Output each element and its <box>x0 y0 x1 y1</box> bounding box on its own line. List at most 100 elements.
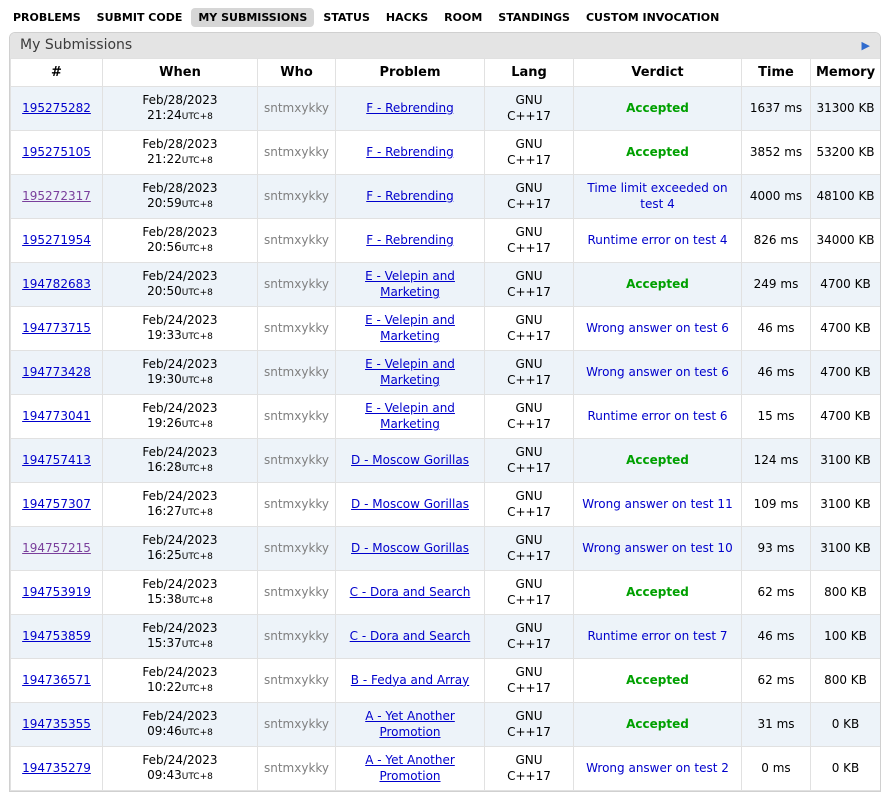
problem-link[interactable]: B - Fedya and Array <box>351 673 469 687</box>
submission-author-cell: sntmxykky <box>258 307 336 351</box>
problem-link[interactable]: F - Rebrending <box>366 189 454 203</box>
problem-link[interactable]: F - Rebrending <box>366 101 454 115</box>
submission-id-link[interactable]: 195272317 <box>22 189 91 203</box>
verdict-text[interactable]: Accepted <box>626 585 689 599</box>
submission-date: Feb/28/2023 <box>107 181 253 197</box>
submission-id-link[interactable]: 194757307 <box>22 497 91 511</box>
nav-item-submit-code[interactable]: SUBMIT CODE <box>90 8 190 27</box>
problem-link[interactable]: E - Velepin and Marketing <box>365 269 455 299</box>
problem-link[interactable]: E - Velepin and Marketing <box>365 313 455 343</box>
author-handle[interactable]: sntmxykky <box>264 409 329 423</box>
nav-item-problems[interactable]: PROBLEMS <box>6 8 88 27</box>
problem-link[interactable]: E - Velepin and Marketing <box>365 357 455 387</box>
author-handle[interactable]: sntmxykky <box>264 761 329 775</box>
nav-item-hacks[interactable]: HACKS <box>379 8 435 27</box>
problem-cell: A - Yet Another Promotion <box>336 747 485 791</box>
submission-id-link[interactable]: 195271954 <box>22 233 91 247</box>
submission-language-cell: GNU C++17 <box>485 747 574 791</box>
submission-id-link[interactable]: 195275282 <box>22 101 91 115</box>
submission-time-of-day: 10:22UTC+8 <box>107 680 253 696</box>
submission-id-link[interactable]: 194753919 <box>22 585 91 599</box>
submission-id-link[interactable]: 194773715 <box>22 321 91 335</box>
author-handle[interactable]: sntmxykky <box>264 277 329 291</box>
submission-id-link[interactable]: 194753859 <box>22 629 91 643</box>
submission-time-of-day: 20:50UTC+8 <box>107 284 253 300</box>
author-handle[interactable]: sntmxykky <box>264 453 329 467</box>
author-handle[interactable]: sntmxykky <box>264 101 329 115</box>
author-handle[interactable]: sntmxykky <box>264 145 329 159</box>
submission-time-of-day: 20:59UTC+8 <box>107 196 253 212</box>
memory-consumed: 0 KB <box>811 747 881 791</box>
verdict-text[interactable]: Runtime error on test 7 <box>587 629 727 643</box>
table-row: 194773715Feb/24/202319:33UTC+8sntmxykkyE… <box>11 307 881 351</box>
problem-link[interactable]: A - Yet Another Promotion <box>365 709 455 739</box>
language-label: GNU C++17 <box>505 225 553 256</box>
problem-link[interactable]: C - Dora and Search <box>350 585 471 599</box>
author-handle[interactable]: sntmxykky <box>264 365 329 379</box>
verdict-text[interactable]: Wrong answer on test 11 <box>582 497 732 511</box>
execution-time: 3852 ms <box>742 131 811 175</box>
submission-when-cell: Feb/24/202319:30UTC+8 <box>103 351 258 395</box>
author-handle[interactable]: sntmxykky <box>264 629 329 643</box>
problem-link[interactable]: D - Moscow Gorillas <box>351 453 469 467</box>
table-row: 195272317 Feb/28/202320:59UTC+8 sntmxykky F… <box>11 175 881 219</box>
verdict-text[interactable]: Accepted <box>626 101 689 115</box>
column-header-who: Who <box>258 59 336 87</box>
nav-item-status[interactable]: STATUS <box>316 8 377 27</box>
submission-author-cell: sntmxykky <box>258 175 336 219</box>
problem-link[interactable]: E - Velepin and Marketing <box>365 401 455 431</box>
submission-language-cell: GNU C++17 <box>485 659 574 703</box>
submission-time-of-day: 15:37UTC+8 <box>107 636 253 652</box>
submission-id-link[interactable]: 194757413 <box>22 453 91 467</box>
verdict-text[interactable]: Accepted <box>626 277 689 291</box>
author-handle[interactable]: sntmxykky <box>264 321 329 335</box>
verdict-text[interactable]: Wrong answer on test 6 <box>586 365 729 379</box>
author-handle[interactable]: sntmxykky <box>264 585 329 599</box>
column-header-verdict: Verdict <box>574 59 742 87</box>
verdict-text[interactable]: Runtime error on test 6 <box>587 409 727 423</box>
author-handle[interactable]: sntmxykky <box>264 497 329 511</box>
verdict-text[interactable]: Runtime error on test 4 <box>587 233 727 247</box>
submission-id-link[interactable]: 194757215 <box>22 541 91 555</box>
problem-link[interactable]: C - Dora and Search <box>350 629 471 643</box>
memory-consumed: 4700 KB <box>811 395 881 439</box>
submission-author-cell: sntmxykky <box>258 131 336 175</box>
verdict-text[interactable]: Wrong answer on test 2 <box>586 761 729 775</box>
verdict-text[interactable]: Accepted <box>626 453 689 467</box>
author-handle[interactable]: sntmxykky <box>264 717 329 731</box>
time-value: 20:50 <box>147 284 182 298</box>
verdict-text[interactable]: Accepted <box>626 145 689 159</box>
problem-link[interactable]: A - Yet Another Promotion <box>365 753 455 783</box>
author-handle[interactable]: sntmxykky <box>264 673 329 687</box>
problem-link[interactable]: D - Moscow Gorillas <box>351 541 469 555</box>
submission-id-link[interactable]: 195275105 <box>22 145 91 159</box>
nav-item-custom-invocation[interactable]: CUSTOM INVOCATION <box>579 8 726 27</box>
verdict-text[interactable]: Wrong answer on test 10 <box>582 541 732 555</box>
submission-id-link[interactable]: 194735355 <box>22 717 91 731</box>
contest-navigation: PROBLEMSSUBMIT CODEMY SUBMISSIONSSTATUSH… <box>0 0 890 32</box>
problem-cell: C - Dora and Search <box>336 615 485 659</box>
author-handle[interactable]: sntmxykky <box>264 189 329 203</box>
problem-link[interactable]: D - Moscow Gorillas <box>351 497 469 511</box>
submission-id-link[interactable]: 194736571 <box>22 673 91 687</box>
author-handle[interactable]: sntmxykky <box>264 541 329 555</box>
submission-id-link[interactable]: 194735279 <box>22 761 91 775</box>
verdict-text[interactable]: Accepted <box>626 673 689 687</box>
submission-id-link[interactable]: 194773428 <box>22 365 91 379</box>
nav-item-standings[interactable]: STANDINGS <box>491 8 577 27</box>
panel-title: My Submissions <box>20 37 132 53</box>
submission-author-cell: sntmxykky <box>258 87 336 131</box>
author-handle[interactable]: sntmxykky <box>264 233 329 247</box>
nav-item-my-submissions[interactable]: MY SUBMISSIONS <box>191 8 314 27</box>
problem-link[interactable]: F - Rebrending <box>366 145 454 159</box>
verdict-text[interactable]: Time limit exceeded on test 4 <box>587 181 727 211</box>
problem-link[interactable]: F - Rebrending <box>366 233 454 247</box>
expand-arrow-icon[interactable]: ▶ <box>862 40 870 51</box>
submission-id-link[interactable]: 194773041 <box>22 409 91 423</box>
verdict-text[interactable]: Accepted <box>626 717 689 731</box>
submission-id-link[interactable]: 194782683 <box>22 277 91 291</box>
submission-time-of-day: 21:22UTC+8 <box>107 152 253 168</box>
nav-item-room[interactable]: ROOM <box>437 8 489 27</box>
submission-time-of-day: 09:46UTC+8 <box>107 724 253 740</box>
verdict-text[interactable]: Wrong answer on test 6 <box>586 321 729 335</box>
